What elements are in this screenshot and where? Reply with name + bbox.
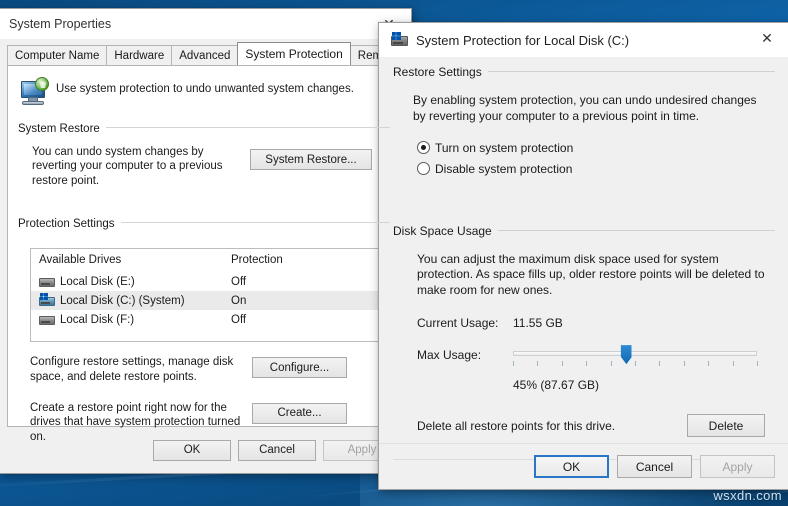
disk-space-usage-group: Disk Space Usage	[393, 222, 775, 240]
max-usage-row: Max Usage:	[417, 345, 765, 372]
configure-button[interactable]: Configure...	[252, 357, 347, 379]
protection-settings-group: Protection Settings Available Drives Pro…	[18, 214, 390, 444]
radio-turn-on-system-protection[interactable]: Turn on system protection	[417, 141, 788, 155]
delete-button[interactable]: Delete	[687, 414, 765, 438]
tab-system-protection[interactable]: System Protection	[237, 42, 351, 65]
system-properties-title: System Properties	[9, 17, 112, 31]
available-drives-list[interactable]: Available Drives Protection Local Disk (…	[30, 248, 386, 343]
disk-space-usage-group-title: Disk Space Usage	[393, 223, 498, 238]
drive-protection-state: On	[231, 294, 247, 307]
column-header-available-drives: Available Drives	[39, 254, 122, 267]
tab-header: Use system protection to undo unwanted s…	[8, 66, 402, 111]
cancel-button[interactable]: Cancel	[238, 439, 316, 461]
delete-restore-points-row: Delete all restore points for this drive…	[417, 414, 765, 438]
slider-track	[513, 351, 757, 357]
current-usage-value: 11.55 GB	[513, 316, 563, 331]
dialog-titlebar: System Protection for Local Disk (C:) ✕	[379, 23, 788, 57]
cancel-button[interactable]: Cancel	[617, 455, 692, 478]
system-protection-dialog: System Protection for Local Disk (C:) ✕ …	[378, 22, 788, 490]
column-header-protection: Protection	[231, 254, 283, 267]
current-usage-label: Current Usage:	[417, 316, 499, 331]
system-protection-icon	[18, 77, 52, 109]
max-usage-label: Max Usage:	[417, 348, 482, 363]
system-restore-group: System Restore You can undo system chang…	[18, 119, 390, 188]
delete-description: Delete all restore points for this drive…	[417, 418, 616, 433]
system-properties-titlebar: System Properties ✕	[0, 9, 411, 39]
disk-space-usage-description: You can adjust the maximum disk space us…	[417, 251, 765, 298]
max-usage-slider[interactable]	[513, 345, 765, 372]
radio-label: Disable system protection	[435, 161, 573, 176]
restore-settings-group-title: Restore Settings	[393, 65, 488, 79]
system-restore-group-title: System Restore	[18, 123, 106, 135]
slider-ticks	[513, 361, 758, 367]
restore-settings-description: By enabling system protection, you can u…	[413, 93, 757, 123]
configure-description: Configure restore settings, manage disk …	[30, 356, 234, 383]
drive-protection-state: Off	[231, 313, 247, 326]
close-icon[interactable]: ✕	[745, 23, 788, 53]
radio-label: Turn on system protection	[435, 140, 574, 155]
protection-settings-group-title: Protection Settings	[18, 218, 121, 231]
system-restore-button[interactable]: System Restore...	[250, 149, 372, 170]
system-properties-tabs: Computer Name Hardware Advanced System P…	[7, 42, 411, 65]
drive-name: Local Disk (C:) (System)	[60, 294, 185, 307]
drive-list-header: Available Drives Protection	[31, 249, 385, 272]
tab-advanced[interactable]: Advanced	[171, 45, 239, 65]
tab-computer-name[interactable]: Computer Name	[7, 45, 108, 65]
table-row[interactable]: Local Disk (C:) (System) On	[31, 291, 385, 311]
watermark: wsxdn.com	[713, 488, 782, 503]
radio-icon	[417, 141, 430, 155]
tab-hardware[interactable]: Hardware	[106, 45, 173, 65]
ok-button[interactable]: OK	[153, 439, 231, 461]
radio-icon	[417, 162, 430, 176]
drive-protection-state: Off	[231, 275, 247, 288]
system-properties-window: System Properties ✕ Computer Name Hardwa…	[0, 8, 412, 474]
restore-settings-group: Restore Settings	[393, 63, 775, 81]
max-usage-value: 45% (87.67 GB)	[513, 378, 600, 393]
desktop-background: System Properties ✕ Computer Name Hardwa…	[0, 0, 788, 506]
system-properties-button-bar: OK Cancel Apply	[0, 427, 411, 473]
drive-icon	[39, 314, 55, 326]
system-drive-icon	[391, 32, 408, 47]
dialog-title: System Protection for Local Disk (C:)	[416, 32, 630, 48]
drive-icon	[39, 276, 55, 288]
system-restore-description: You can undo system changes by reverting…	[32, 146, 223, 187]
radio-disable-system-protection[interactable]: Disable system protection	[417, 162, 788, 176]
drive-name: Local Disk (F:)	[60, 313, 135, 326]
tab-header-text: Use system protection to undo unwanted s…	[56, 83, 354, 95]
drive-name: Local Disk (E:)	[60, 275, 135, 288]
table-row[interactable]: Local Disk (F:) Off	[31, 310, 385, 329]
ok-button[interactable]: OK	[534, 455, 609, 478]
create-button[interactable]: Create...	[252, 402, 347, 424]
system-protection-tab-page: Use system protection to undo unwanted s…	[7, 65, 403, 443]
apply-button[interactable]: Apply	[700, 455, 775, 478]
dialog-button-bar: OK Cancel Apply	[379, 443, 788, 489]
current-usage-row: Current Usage: 11.55 GB	[417, 316, 765, 330]
table-row[interactable]: Local Disk (E:) Off	[31, 272, 385, 291]
dialog-content: Restore Settings By enabling system prot…	[379, 57, 788, 489]
system-drive-icon	[39, 292, 55, 307]
